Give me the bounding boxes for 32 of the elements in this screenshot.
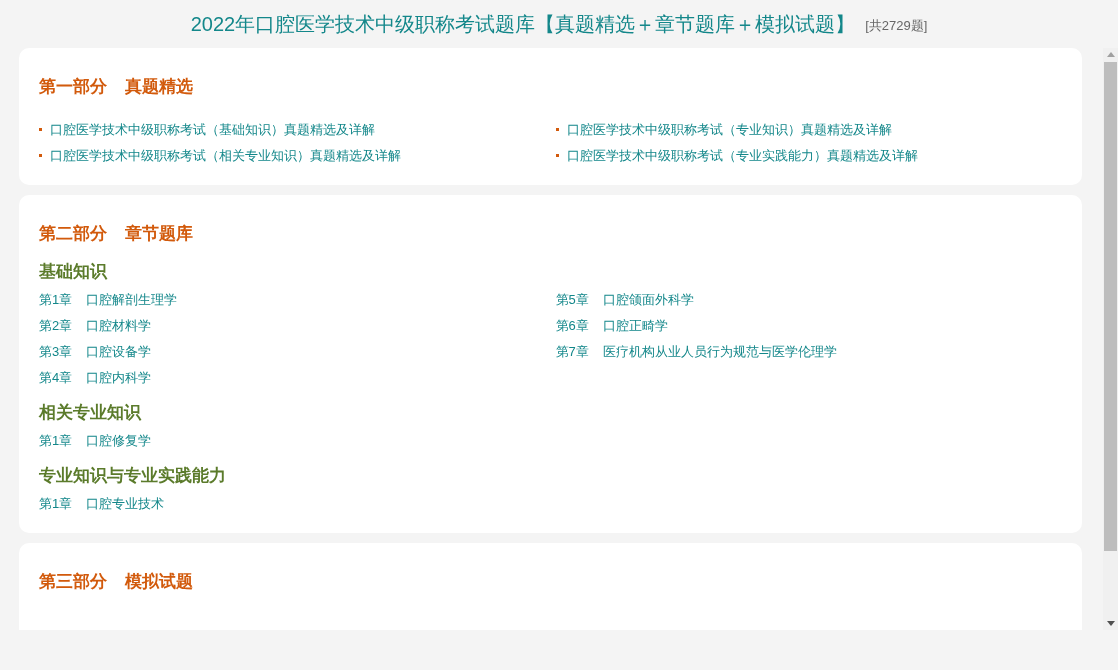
chapter-link[interactable]: 第5章 口腔颌面外科学: [555, 290, 1062, 309]
scroll-up-icon[interactable]: [1106, 52, 1115, 57]
section-title: 章节题库: [125, 222, 193, 245]
section-number: 第二部分: [39, 222, 107, 245]
chapter-link[interactable]: 第1章 口腔解剖生理学: [39, 290, 546, 309]
subject-title: 基础知识: [39, 261, 109, 283]
scroll-thumb[interactable]: [1104, 62, 1117, 551]
page-title: 2022年口腔医学技术中级职称考试题库【真题精选＋章节题库＋模拟试题】: [190, 12, 856, 37]
chapter-link[interactable]: 第1章 口腔修复学: [39, 431, 546, 450]
scrollbar[interactable]: [1103, 48, 1118, 630]
chapter-link[interactable]: 第3章 口腔设备学: [39, 342, 546, 361]
scroll-down-icon[interactable]: [1106, 621, 1115, 626]
subject-title: 专业知识与专业实践能力: [39, 465, 227, 487]
chapter-link[interactable]: 第6章 口腔正畸学: [555, 316, 1062, 335]
section-title: 模拟试题: [125, 571, 193, 593]
exam-link[interactable]: 口腔医学技术中级职称考试（专业实践能力）真题精选及详解: [566, 145, 918, 165]
section-number: 第一部分: [39, 76, 107, 98]
subject-title: 相关专业知识: [39, 402, 143, 424]
question-count: [共2729题]: [865, 16, 928, 35]
chapter-link[interactable]: 第2章 口腔材料学: [39, 316, 546, 335]
chapter-link[interactable]: 第4章 口腔内科学: [39, 368, 546, 387]
bullet-icon: [39, 153, 42, 157]
exam-link[interactable]: 口腔医学技术中级职称考试（基础知识）真题精选及详解: [50, 119, 375, 139]
chapter-link[interactable]: 第1章 口腔专业技术: [39, 494, 546, 513]
chapter-link[interactable]: 第7章 医疗机构从业人员行为规范与医学伦理学: [555, 342, 1062, 361]
bullet-icon: [39, 127, 42, 131]
exam-link[interactable]: 口腔医学技术中级职称考试（专业知识）真题精选及详解: [566, 119, 892, 139]
bullet-icon: [555, 127, 559, 131]
bullet-icon: [555, 153, 559, 157]
section-title: 真题精选: [125, 76, 193, 98]
exam-link[interactable]: 口腔医学技术中级职称考试（相关专业知识）真题精选及详解: [50, 145, 401, 165]
section-number: 第三部分: [39, 571, 107, 593]
